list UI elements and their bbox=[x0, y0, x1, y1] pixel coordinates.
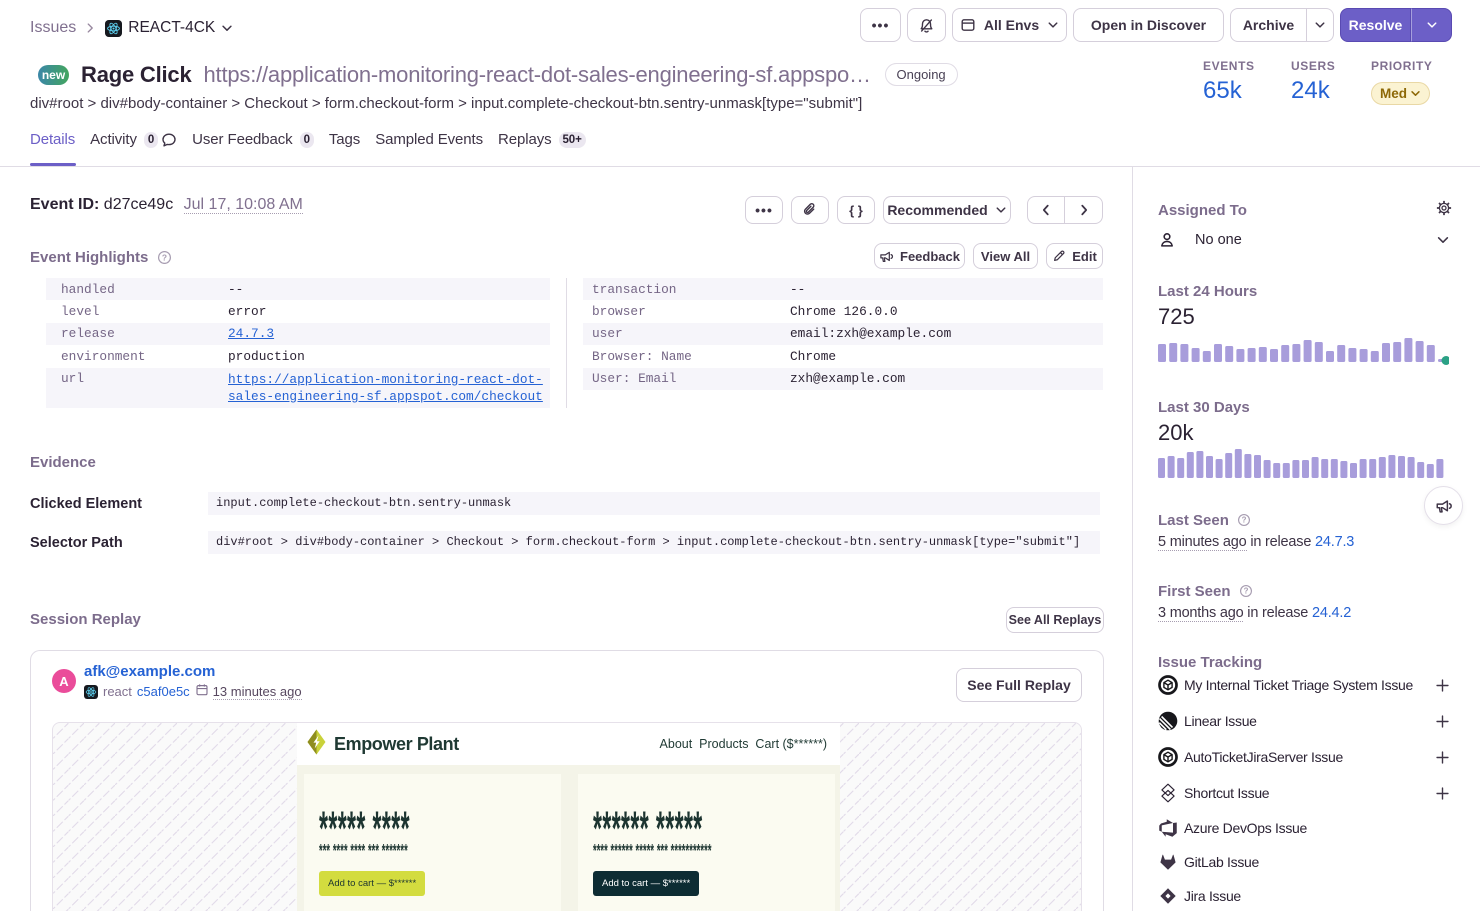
svg-text:?: ? bbox=[1244, 587, 1249, 596]
svg-text:?: ? bbox=[1242, 516, 1247, 525]
svg-text:?: ? bbox=[161, 252, 166, 262]
